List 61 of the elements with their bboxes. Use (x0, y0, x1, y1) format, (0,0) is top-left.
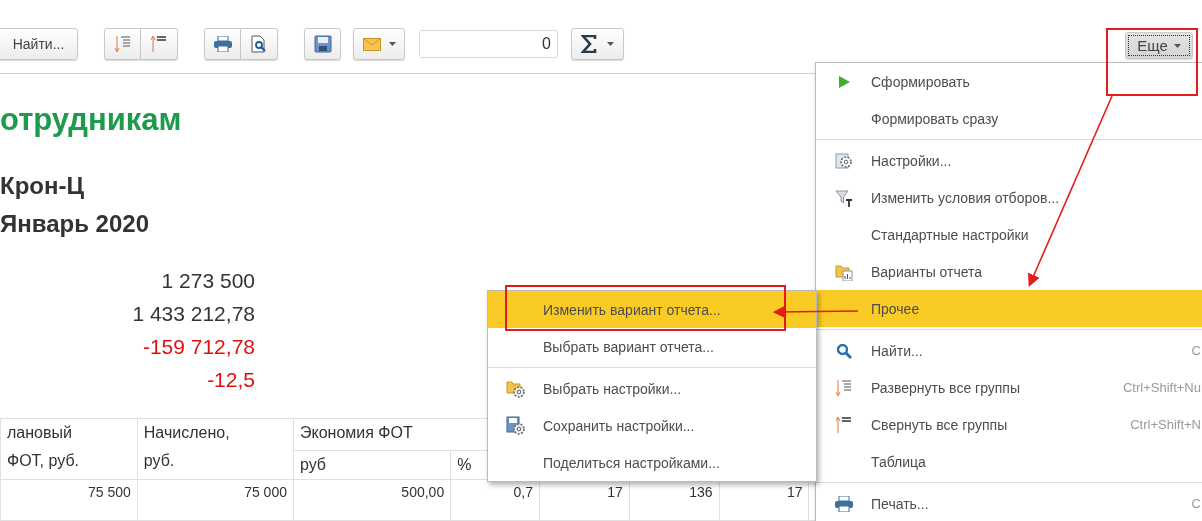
menu-item[interactable]: Свернуть все группы Ctrl+Shift+N (816, 406, 1202, 443)
collapse-list-icon (835, 415, 852, 434)
report-title: отрудникам (0, 102, 182, 138)
folder-chart-icon (834, 262, 853, 281)
menu-item[interactable]: Настройки... (816, 142, 1202, 179)
menu-item[interactable]: Варианты отчета (816, 253, 1202, 290)
caret-icon (388, 42, 396, 46)
caret-icon (1173, 43, 1181, 48)
table-cell: 75 500 (0, 479, 138, 521)
email-button[interactable] (353, 28, 405, 60)
total-value: 1 273 500 (161, 268, 255, 294)
sigma-icon (581, 35, 597, 53)
shortcut-text: Ctrl+Shift+Nu (1122, 380, 1201, 395)
shortcut-text: Ctrl+Shift+N (1130, 417, 1201, 432)
print-preview-button[interactable] (241, 28, 278, 60)
menu-item[interactable]: Прочее (816, 290, 1202, 327)
report-period: Январь 2020 (0, 209, 149, 239)
settings-icon (834, 151, 853, 170)
number-field[interactable]: 0 (419, 30, 558, 58)
printer-icon (213, 36, 232, 52)
organization-name: Крон-Ц (0, 171, 84, 201)
folder-gear-icon (505, 379, 526, 398)
filter-icon (834, 188, 853, 207)
menu-item[interactable]: Сформировать (816, 63, 1202, 100)
collapse-list-icon (151, 35, 167, 53)
more-button[interactable]: Еще (1125, 32, 1193, 59)
save-button[interactable] (304, 28, 341, 60)
total-value: 1 433 212,78 (132, 301, 255, 327)
total-value: -12,5 (207, 367, 255, 393)
menu-item[interactable]: Выбрать вариант отчета... (488, 328, 816, 365)
menu-item[interactable]: Развернуть все группы Ctrl+Shift+Nu (816, 369, 1202, 406)
shortcut-text: C (1191, 496, 1201, 511)
sum-button[interactable] (571, 28, 624, 60)
menu-item[interactable]: Таблица (816, 443, 1202, 480)
expand-list-icon (835, 378, 852, 397)
menu-item[interactable]: Выбрать настройки... (488, 370, 816, 407)
menu-item[interactable]: Формировать сразу (816, 100, 1202, 137)
floppy-gear-icon (505, 415, 526, 436)
collapse-groups-button[interactable] (141, 28, 178, 60)
floppy-icon (313, 35, 332, 53)
find-button[interactable]: Найти... (0, 28, 78, 60)
table-cell: 500,00 (293, 479, 451, 521)
search-icon (835, 342, 852, 359)
column-header: руб (293, 450, 451, 480)
menu-item[interactable]: Стандартные настройки (816, 216, 1202, 253)
envelope-icon (362, 37, 381, 51)
column-header: лановый ФОТ, руб. (0, 418, 138, 480)
printer-icon (834, 495, 853, 512)
print-button[interactable] (204, 28, 241, 60)
shortcut-text: C (1191, 343, 1201, 358)
table-cell: 75 000 (137, 479, 294, 521)
menu-item[interactable]: Изменить условия отборов... (816, 179, 1202, 216)
menu-item[interactable]: Изменить вариант отчета... (488, 291, 816, 328)
play-icon (836, 74, 851, 89)
total-value: -159 712,78 (142, 334, 255, 360)
menu-item[interactable]: Печать... C (816, 485, 1202, 521)
column-header: Начислено, руб. (137, 418, 294, 480)
caret-icon (607, 42, 614, 46)
menu-item[interactable]: Найти... C (816, 332, 1202, 369)
expand-list-icon (114, 35, 131, 53)
preview-icon (251, 35, 267, 53)
